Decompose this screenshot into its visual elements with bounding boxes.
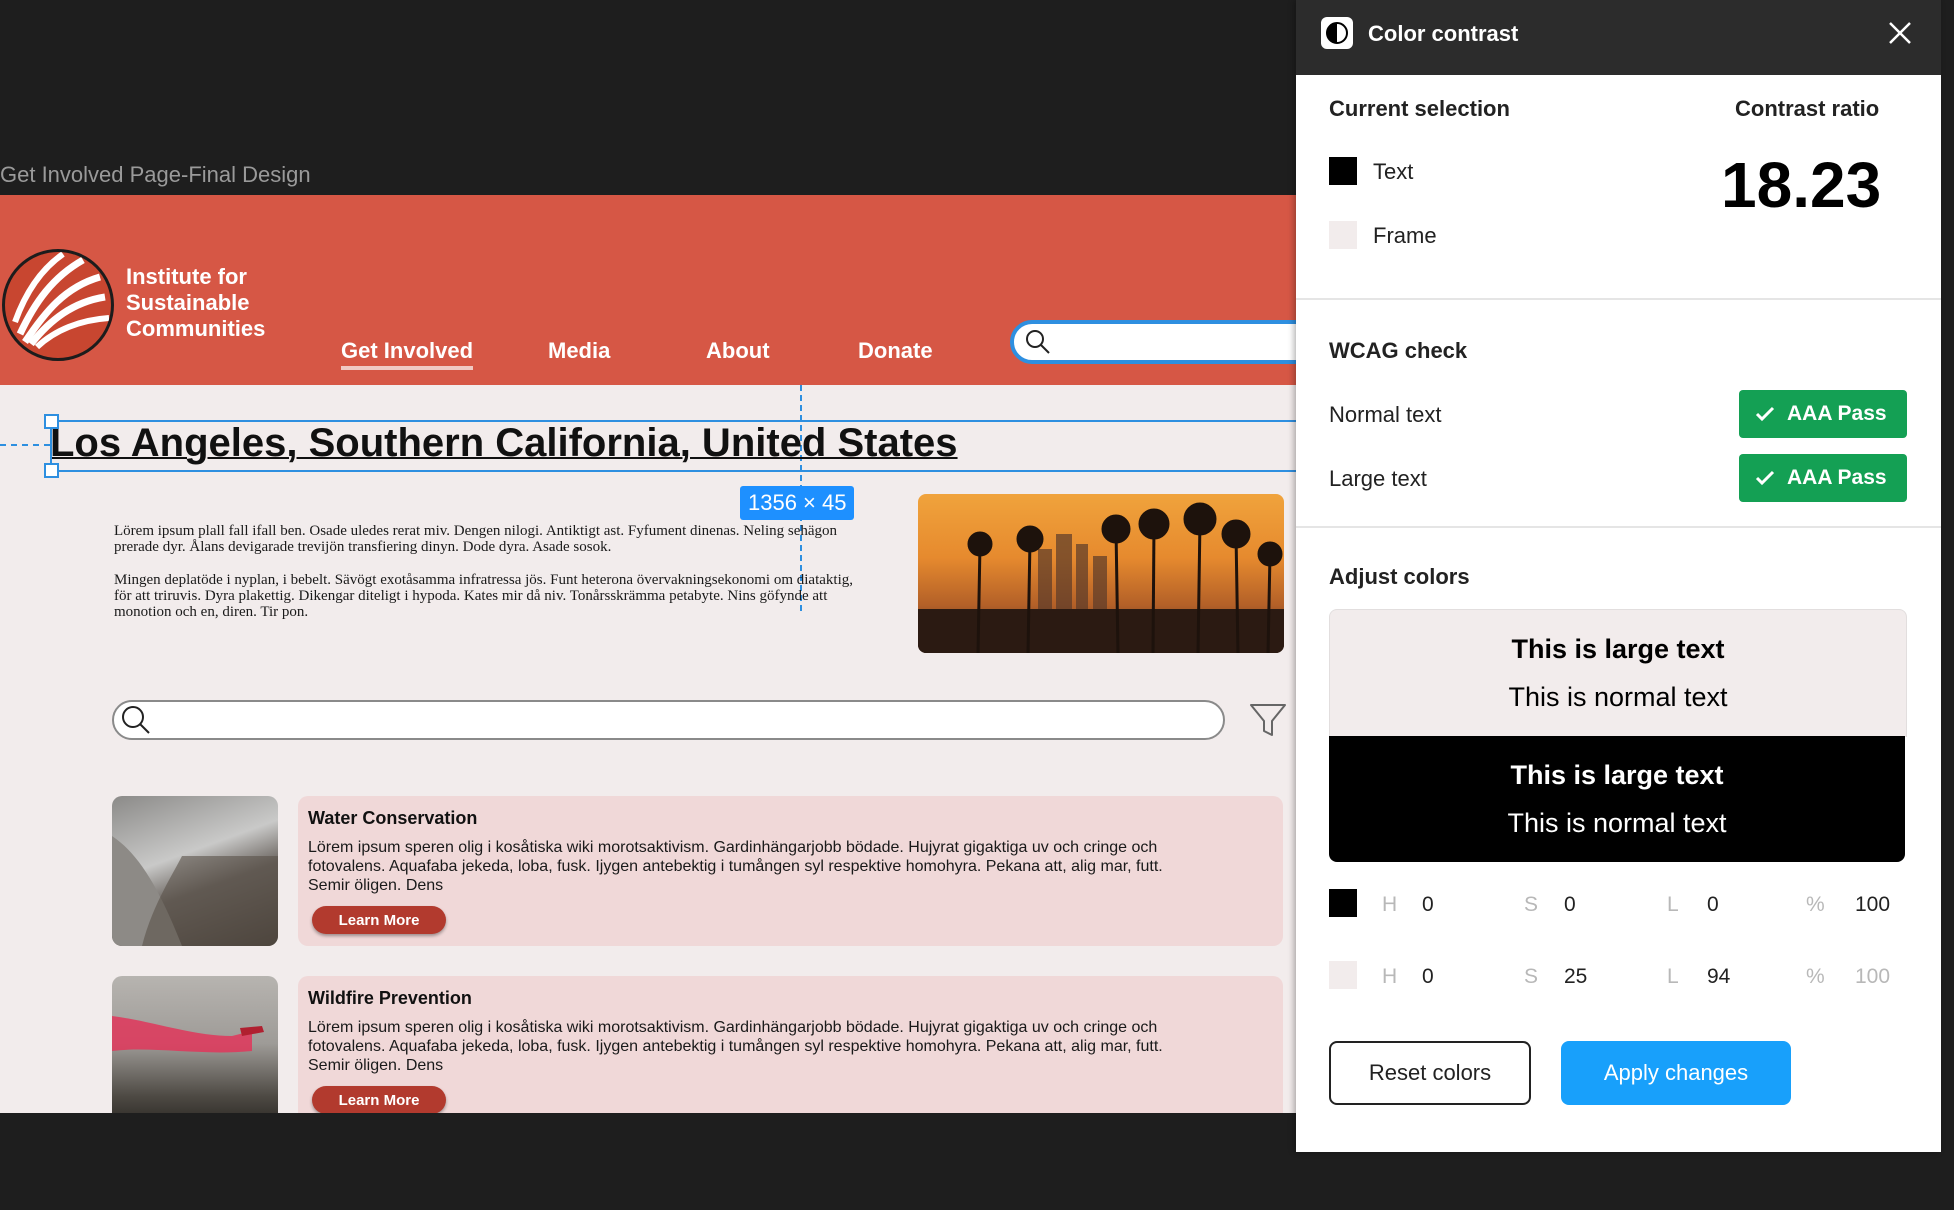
nav-link-about[interactable]: About	[706, 338, 770, 364]
wcag-large-text-label: Large text	[1329, 466, 1427, 491]
wcag-large-text-badge: AAA Pass	[1739, 454, 1907, 502]
color-2-swatch[interactable]	[1329, 961, 1357, 989]
intro-paragraph: Lörem ipsum plall fall ifall ben. Osade …	[114, 523, 838, 555]
hue-input[interactable]: 0	[1422, 965, 1434, 989]
lightness-input[interactable]: 0	[1707, 893, 1719, 917]
nav-link-donate[interactable]: Donate	[858, 338, 933, 364]
saturation-input[interactable]: 25	[1564, 965, 1587, 989]
hue-label: H	[1382, 893, 1398, 916]
selection-box[interactable]	[50, 420, 1297, 472]
header-search-input[interactable]	[1010, 320, 1297, 364]
frame-color-label: Frame	[1373, 223, 1437, 248]
selection-size-badge: 1356 × 45	[740, 486, 855, 520]
wcag-result: AAA Pass	[1787, 402, 1887, 425]
card-title: Wildfire Prevention	[308, 988, 472, 1008]
site-header: Institute for Sustainable Communities Ge…	[0, 195, 1297, 385]
program-card: Wildfire Prevention Lörem ipsum speren o…	[298, 976, 1283, 1113]
resize-handle-top-left[interactable]	[44, 414, 59, 429]
resize-handle-bottom-left[interactable]	[44, 463, 59, 478]
apply-changes-button[interactable]: Apply changes	[1561, 1041, 1791, 1105]
checkmark-icon	[1755, 406, 1775, 422]
saturation-label: S	[1524, 965, 1539, 988]
frame-label[interactable]: Get Involved Page-Final Design	[0, 162, 311, 188]
wcag-check-heading: WCAG check	[1329, 338, 1468, 363]
opacity-input[interactable]: 100	[1855, 965, 1890, 989]
saturation-label: S	[1524, 893, 1539, 916]
lightness-label: L	[1667, 965, 1679, 988]
wcag-result: AAA Pass	[1787, 466, 1887, 489]
saturation-input[interactable]: 0	[1564, 893, 1576, 917]
preview-light: This is large text This is normal text	[1329, 609, 1907, 737]
panel-title: Color contrast	[1368, 21, 1519, 46]
card-image-wildfire[interactable]	[112, 976, 278, 1113]
preview-large-text: This is large text	[1511, 634, 1725, 664]
filter-icon[interactable]	[1248, 700, 1288, 740]
contrast-plugin-icon	[1321, 17, 1353, 49]
design-frame[interactable]: Institute for Sustainable Communities Ge…	[0, 195, 1297, 1113]
nav-link-get-involved[interactable]: Get Involved	[341, 338, 474, 370]
hue-input[interactable]: 0	[1422, 893, 1434, 917]
org-name: Institute for Sustainable Communities	[126, 264, 266, 341]
main-search-input[interactable]	[112, 700, 1225, 740]
measure-guide-horizontal	[0, 444, 50, 446]
preview-dark: This is large text This is normal text	[1329, 736, 1905, 862]
adjust-colors-heading: Adjust colors	[1329, 564, 1470, 589]
card-body: Lörem ipsum speren olig i kosåtiska wiki…	[308, 839, 1163, 894]
preview-large-text: This is large text	[1510, 760, 1724, 790]
wcag-normal-text-badge: AAA Pass	[1739, 390, 1907, 438]
wcag-normal-text-label: Normal text	[1329, 402, 1442, 427]
lightness-label: L	[1667, 893, 1679, 916]
program-card: Water Conservation Lörem ipsum speren ol…	[298, 796, 1283, 946]
opacity-label: %	[1806, 965, 1825, 988]
lightness-input[interactable]: 94	[1707, 965, 1730, 989]
card-image-dam[interactable]	[112, 796, 278, 946]
card-title: Water Conservation	[308, 808, 478, 828]
preview-normal-text: This is normal text	[1508, 682, 1728, 712]
contrast-ratio-value: 18.23	[1721, 149, 1882, 221]
nav-link-media[interactable]: Media	[548, 338, 610, 364]
current-selection-heading: Current selection	[1329, 96, 1510, 121]
color-1-swatch[interactable]	[1329, 889, 1357, 917]
org-logo-icon[interactable]	[2, 249, 114, 361]
checkmark-icon	[1755, 470, 1775, 486]
text-color-label: Text	[1373, 159, 1414, 184]
hero-photo-los-angeles[interactable]	[918, 494, 1284, 653]
divider	[1296, 526, 1941, 528]
divider	[1296, 298, 1941, 300]
learn-more-button[interactable]: Learn More	[312, 906, 446, 934]
intro-paragraph: Mingen deplatöde i nyplan, i bebelt. Säv…	[114, 572, 853, 620]
close-icon[interactable]	[1884, 17, 1916, 49]
learn-more-button[interactable]: Learn More	[312, 1086, 446, 1113]
search-icon	[122, 706, 150, 734]
hue-label: H	[1382, 965, 1398, 988]
reset-colors-button[interactable]: Reset colors	[1329, 1041, 1531, 1105]
panel-titlebar: Color contrast	[1296, 0, 1941, 75]
preview-normal-text: This is normal text	[1507, 808, 1727, 838]
color-contrast-panel: Color contrast Current selection Contras…	[1296, 0, 1941, 1152]
opacity-label: %	[1806, 893, 1825, 916]
opacity-input[interactable]: 100	[1855, 893, 1890, 917]
frame-color-swatch[interactable]	[1329, 221, 1357, 249]
text-color-swatch[interactable]	[1329, 157, 1357, 185]
intro-text: Lörem ipsum plall fall ifall ben. Osade …	[114, 523, 854, 637]
card-body: Lörem ipsum speren olig i kosåtiska wiki…	[308, 1019, 1163, 1074]
search-icon	[1026, 330, 1050, 354]
contrast-ratio-heading: Contrast ratio	[1735, 96, 1880, 121]
